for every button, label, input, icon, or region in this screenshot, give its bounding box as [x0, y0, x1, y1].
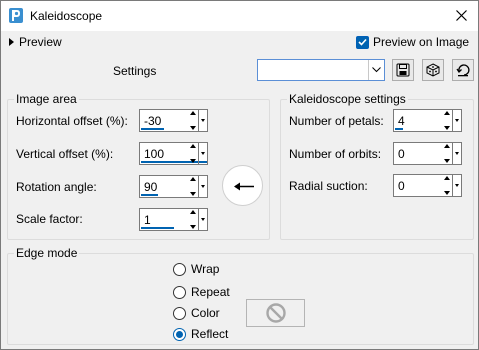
preview-row: Preview Preview on Image — [1, 31, 478, 55]
edge-mode-color-label: Color — [191, 306, 220, 320]
preview-label: Preview — [19, 35, 62, 49]
rotation-angle-value: 90 — [144, 180, 158, 194]
disabled-icon — [265, 303, 286, 323]
app-icon — [9, 8, 23, 23]
edge-mode-reflect-radio[interactable]: Reflect — [173, 327, 228, 341]
scale-factor-slider[interactable] — [141, 227, 174, 229]
kaleidoscope-dialog: Kaleidoscope Preview Preview on Image Se… — [0, 0, 479, 350]
dropdown-arrow-icon[interactable] — [452, 175, 461, 196]
randomize-button[interactable] — [422, 59, 444, 81]
edge-mode-wrap-radio[interactable]: Wrap — [173, 262, 219, 276]
settings-combo[interactable] — [257, 59, 385, 81]
preview-on-image-checkbox[interactable]: Preview on Image — [356, 35, 469, 49]
dropdown-arrow-icon[interactable] — [198, 143, 207, 164]
horizontal-offset-stepper[interactable]: -30 — [139, 109, 208, 132]
radial-suction-stepper[interactable]: 0 — [393, 174, 462, 197]
dropdown-arrow-icon[interactable] — [198, 176, 207, 197]
edge-mode-wrap-label: Wrap — [191, 262, 220, 276]
horizontal-offset-value: -30 — [144, 114, 162, 128]
spin-arrows-icon[interactable] — [442, 111, 451, 130]
horizontal-offset-slider[interactable] — [141, 128, 164, 130]
preview-expander[interactable]: Preview — [9, 35, 62, 49]
expand-arrow-icon — [9, 38, 14, 46]
save-icon — [396, 63, 410, 77]
scale-factor-stepper[interactable]: 1 — [139, 208, 208, 231]
spin-arrows-icon[interactable] — [442, 176, 451, 195]
radio-icon — [173, 306, 186, 320]
number-of-orbits-value: 0 — [398, 147, 405, 161]
spin-arrows-icon[interactable] — [442, 144, 451, 163]
dropdown-arrow-icon[interactable] — [198, 209, 207, 230]
rotation-angle-slider[interactable] — [141, 194, 158, 196]
window-title: Kaleidoscope — [30, 9, 103, 23]
radial-suction-label: Radial suction: — [289, 179, 368, 193]
radio-icon — [173, 262, 186, 276]
dropdown-arrow-icon[interactable] — [452, 143, 461, 164]
vertical-offset-stepper[interactable]: 100 — [139, 142, 208, 165]
number-of-petals-label: Number of petals: — [289, 114, 384, 128]
radial-suction-value: 0 — [398, 179, 405, 193]
close-icon — [455, 10, 467, 21]
kaleidoscope-settings-title: Kaleidoscope settings — [287, 92, 408, 106]
number-of-orbits-stepper[interactable]: 0 — [393, 142, 462, 165]
edge-mode-title: Edge mode — [14, 246, 80, 260]
dice-icon — [426, 63, 440, 77]
rotation-dial[interactable] — [222, 165, 263, 206]
edge-mode-group: Edge mode — [7, 246, 474, 345]
settings-label: Settings — [113, 64, 157, 78]
edge-mode-repeat-radio[interactable]: Repeat — [173, 285, 230, 299]
vertical-offset-value: 100 — [144, 147, 165, 161]
edge-mode-repeat-label: Repeat — [191, 285, 230, 299]
dropdown-arrow-icon[interactable] — [198, 110, 207, 131]
reset-icon — [456, 64, 470, 77]
edge-mode-reflect-label: Reflect — [191, 327, 229, 341]
preview-on-image-label: Preview on Image — [373, 35, 470, 49]
rotation-angle-stepper[interactable]: 90 — [139, 175, 208, 198]
image-area-title: Image area — [14, 92, 79, 106]
number-of-petals-value: 4 — [398, 114, 405, 128]
chevron-down-icon[interactable] — [368, 60, 384, 80]
radio-icon — [173, 285, 186, 299]
save-preset-button[interactable] — [392, 59, 414, 81]
radio-selected-icon — [173, 327, 186, 341]
edge-color-swatch[interactable] — [246, 299, 305, 327]
number-of-petals-slider[interactable] — [395, 128, 403, 130]
arrow-left-icon — [234, 182, 254, 191]
number-of-petals-stepper[interactable]: 4 — [393, 109, 462, 132]
reset-button[interactable] — [452, 59, 474, 81]
edge-mode-color-radio[interactable]: Color — [173, 306, 220, 320]
scale-factor-label: Scale factor: — [16, 212, 83, 226]
rotation-angle-label: Rotation angle: — [16, 180, 97, 194]
number-of-orbits-label: Number of orbits: — [289, 147, 382, 161]
dropdown-arrow-icon[interactable] — [452, 110, 461, 131]
title-bar: Kaleidoscope — [1, 1, 478, 31]
vertical-offset-label: Vertical offset (%): — [16, 147, 114, 161]
spin-arrows-icon[interactable] — [188, 144, 197, 163]
spin-arrows-icon[interactable] — [188, 111, 197, 130]
spin-arrows-icon[interactable] — [188, 177, 197, 196]
checkmark-icon — [356, 35, 369, 49]
settings-row: Settings — [1, 56, 478, 84]
scale-factor-value: 1 — [144, 213, 151, 227]
close-button[interactable] — [444, 1, 478, 30]
horizontal-offset-label: Horizontal offset (%): — [16, 114, 128, 128]
spin-arrows-icon[interactable] — [188, 210, 197, 229]
